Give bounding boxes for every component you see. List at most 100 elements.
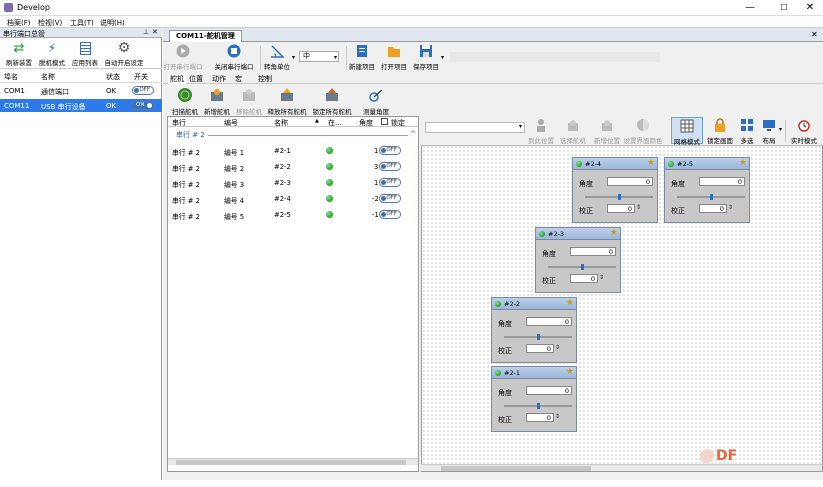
trim-input[interactable]: 0 xyxy=(699,204,727,213)
new-project-button[interactable]: 新建项目 xyxy=(348,44,376,71)
star-icon[interactable]: ★ xyxy=(610,228,618,238)
group-header[interactable]: 串行 # 2 ^ xyxy=(168,128,418,140)
star-icon[interactable]: ★ xyxy=(566,367,574,377)
trim-input[interactable]: 0 xyxy=(570,274,598,283)
star-icon[interactable]: ★ xyxy=(566,298,574,308)
add-position-button[interactable]: 新增位置 xyxy=(591,118,623,145)
angle-slider-thumb[interactable] xyxy=(537,403,540,409)
col-lock[interactable]: 锁定 xyxy=(391,118,405,128)
col-angle[interactable]: 角度 xyxy=(359,118,373,128)
panel-close-icon[interactable]: ✕ xyxy=(152,28,158,36)
servo-card[interactable]: #2-3 ★ 角度 0 校正 0 ⇕ xyxy=(535,227,621,293)
servo-card-header[interactable]: #2-1 ★ xyxy=(492,367,576,379)
add-servo-button[interactable]: 新增舵机 xyxy=(203,87,231,116)
dropdown-arrow-icon[interactable]: ▾ xyxy=(292,54,295,61)
grid-mode-button[interactable]: 网格模式 xyxy=(671,117,703,146)
refresh-devices-button[interactable]: ⇄ 刷新装置 xyxy=(3,42,35,67)
lock-toggle[interactable]: OFF xyxy=(379,194,401,203)
servo-card[interactable]: #2-5 ★ 角度 0 校正 0 ⇕ xyxy=(664,157,750,223)
sort-asc-icon[interactable]: ▲ xyxy=(315,118,319,124)
realtime-mode-button[interactable]: 实时模式 xyxy=(787,118,821,145)
minimize-button[interactable]: — xyxy=(738,0,762,16)
maximize-button[interactable]: ☐ xyxy=(772,0,796,16)
servo-row[interactable]: 串行 # 2 编号 2 #2-2 3 OFF xyxy=(168,159,418,175)
port-row[interactable]: COM11 USB 串行设备 OK ON xyxy=(0,99,162,112)
col-name[interactable]: 名称 xyxy=(274,118,288,128)
app-list-button[interactable]: 应用列表 xyxy=(69,42,101,67)
lock-toggle[interactable]: OFF xyxy=(379,178,401,187)
menu-help[interactable]: 说明(H) xyxy=(100,18,125,28)
subtab-control[interactable]: 控制 xyxy=(258,74,272,84)
lock-toggle[interactable]: OFF xyxy=(379,162,401,171)
layout-button[interactable]: 布局 xyxy=(758,118,780,145)
col-serial[interactable]: 串行 xyxy=(172,118,186,128)
servo-row[interactable]: 串行 # 2 编号 3 #2-3 1 OFF xyxy=(168,175,418,191)
port-switch-toggle[interactable]: OFF xyxy=(132,86,154,95)
servo-row[interactable]: 串行 # 2 编号 4 #2-4 -2 OFF xyxy=(168,191,418,207)
save-project-button[interactable]: 保存项目 xyxy=(411,44,441,71)
tab-servo-manager[interactable]: COM11-舵机管理 xyxy=(169,30,242,42)
servo-card[interactable]: #2-1 ★ 角度 0 校正 0 ⇕ xyxy=(491,366,577,432)
angle-slider-thumb[interactable] xyxy=(618,194,621,200)
pin-icon[interactable]: ⊥ xyxy=(143,28,149,36)
port-row[interactable]: COM1 通信端口 OK OFF xyxy=(0,84,162,97)
stepper-icon[interactable]: ⇕ xyxy=(636,204,641,211)
angle-input[interactable]: 0 xyxy=(526,317,572,326)
angle-input[interactable]: 0 xyxy=(607,177,653,186)
trim-input[interactable]: 0 xyxy=(526,413,554,422)
scan-servo-button[interactable]: 扫描舵机 xyxy=(171,87,199,116)
angle-slider-thumb[interactable] xyxy=(710,194,713,200)
position-select[interactable]: ▾ xyxy=(425,122,525,133)
scroll-thumb[interactable] xyxy=(176,460,406,465)
subtab-servo[interactable]: 舵机 xyxy=(168,74,186,84)
set-ui-color-button[interactable]: 设置界面颜色 xyxy=(623,118,663,145)
servo-row[interactable]: 串行 # 2 编号 5 #2-5 -1 OFF xyxy=(168,207,418,223)
angle-input[interactable]: 0 xyxy=(699,177,745,186)
stepper-icon[interactable]: ⇕ xyxy=(599,274,604,281)
trim-input[interactable]: 0 xyxy=(526,344,554,353)
multi-select-button[interactable]: 多选 xyxy=(737,118,757,145)
servo-card-header[interactable]: #2-2 ★ xyxy=(492,298,576,310)
stepper-icon[interactable]: ⇕ xyxy=(555,413,560,420)
open-project-button[interactable]: 打开项目 xyxy=(379,44,409,71)
unit-select[interactable]: 中 xyxy=(299,51,339,62)
auto-open-settings-button[interactable]: ⚙ 自动开启设定 xyxy=(102,41,146,67)
collapse-icon[interactable]: ^ xyxy=(410,130,416,138)
angle-slider-thumb[interactable] xyxy=(581,264,584,270)
scroll-thumb[interactable] xyxy=(441,466,591,471)
servo-card[interactable]: #2-2 ★ 角度 0 校正 0 ⇕ xyxy=(491,297,577,363)
overflow-chevron-icon[interactable]: ▾ xyxy=(441,54,444,61)
angle-input[interactable]: 0 xyxy=(570,247,616,256)
port-switch-toggle[interactable]: ON xyxy=(132,101,154,110)
menu-file[interactable]: 档案(F) xyxy=(7,18,31,28)
servo-card-header[interactable]: #2-5 ★ xyxy=(665,158,749,170)
close-serial-port-button[interactable]: 关闭串行端口 xyxy=(208,44,260,71)
tab-close-icon[interactable]: ✕ xyxy=(811,30,818,39)
col-port[interactable]: 埠名 xyxy=(4,72,18,82)
col-status[interactable]: 状态 xyxy=(106,72,120,82)
lock-all-servos-button[interactable]: 锁定所有舵机 xyxy=(311,87,353,116)
lock-canvas-button[interactable]: 锁定画面 xyxy=(705,118,735,145)
measure-angle-button[interactable]: 测量角度 xyxy=(359,87,393,116)
angle-unit-button[interactable]: 转角单位 xyxy=(261,44,293,71)
select-servo-button[interactable]: 选择舵机 xyxy=(557,118,589,145)
trim-input[interactable]: 0 xyxy=(607,204,635,213)
servo-row[interactable]: 串行 # 2 编号 1 #2-1 1 OFF xyxy=(168,143,418,159)
col-name[interactable]: 名称 xyxy=(41,72,55,82)
subtab-position[interactable]: 位置 xyxy=(189,74,203,84)
subtab-action[interactable]: 动作 xyxy=(212,74,226,84)
angle-slider-thumb[interactable] xyxy=(537,334,540,340)
servo-card-header[interactable]: #2-4 ★ xyxy=(573,158,657,170)
chevron-down-icon[interactable]: ▾ xyxy=(334,54,337,61)
remove-servo-button[interactable]: 移除舵机 xyxy=(235,87,263,116)
menu-tools[interactable]: 工具(T) xyxy=(70,18,94,28)
layout-chevron-icon[interactable]: ▾ xyxy=(779,126,782,133)
star-icon[interactable]: ★ xyxy=(739,158,747,168)
lock-all-checkbox[interactable] xyxy=(381,118,388,125)
angle-input[interactable]: 0 xyxy=(526,386,572,395)
lock-toggle[interactable]: OFF xyxy=(379,210,401,219)
subtab-macro[interactable]: 宏 xyxy=(235,74,242,84)
list-horizontal-scrollbar[interactable] xyxy=(168,458,418,465)
lock-toggle[interactable]: OFF xyxy=(379,146,401,155)
col-number[interactable]: 编号 xyxy=(224,118,238,128)
